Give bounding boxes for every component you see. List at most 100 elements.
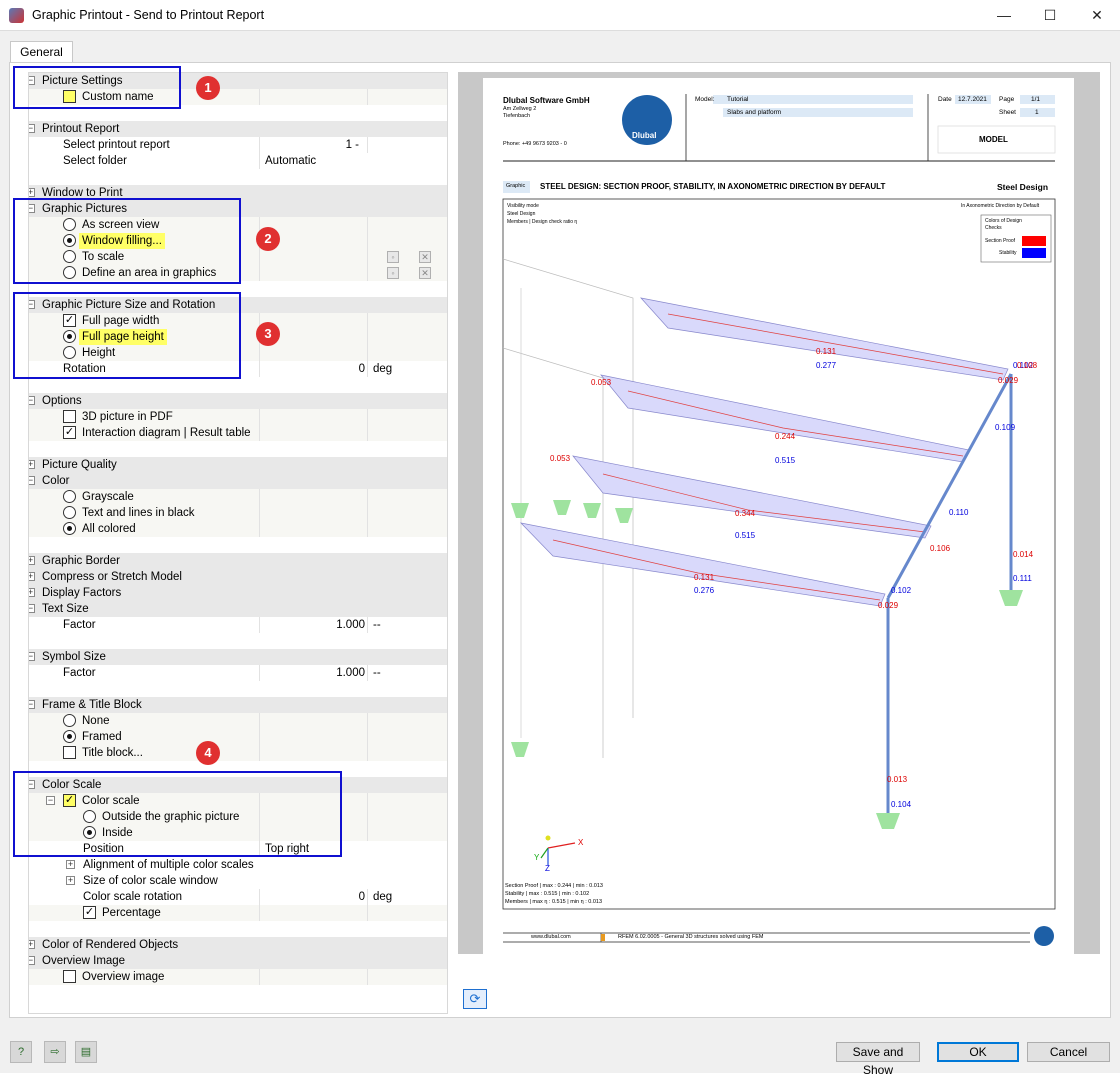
pdf-3d-checkbox[interactable] (63, 410, 76, 423)
title-block-checkbox[interactable] (63, 746, 76, 759)
section-text-size[interactable]: − Text Size (29, 601, 447, 617)
row-title-block[interactable]: Title block... (29, 745, 447, 761)
section-picture-quality[interactable]: + Picture Quality (29, 457, 447, 473)
pick-icon[interactable]: ◦ (387, 251, 399, 263)
row-interaction-diagram[interactable]: ✓ Interaction diagram | Result table (29, 425, 447, 441)
report-page-label: Page (999, 96, 1015, 103)
legend-section-proof: Section Proof (985, 238, 1016, 244)
section-options[interactable]: − Options (29, 393, 447, 409)
pick-icon[interactable]: ◦ (387, 267, 399, 279)
report-model-label: Model: (695, 96, 715, 103)
collapse-icon[interactable]: − (29, 652, 35, 661)
row-select-folder[interactable]: Select folder Automatic (29, 153, 447, 169)
row-framed[interactable]: Framed (29, 729, 447, 745)
value-label: 0.014 (1013, 550, 1034, 559)
help-icon[interactable]: ? (10, 1041, 32, 1063)
overview-image-checkbox[interactable] (63, 970, 76, 983)
report-page-value: 1/1 (1031, 96, 1041, 103)
report-sheet-label: Sheet (999, 109, 1016, 116)
text-factor-value[interactable]: 1.000 (259, 617, 365, 633)
rotation-value[interactable]: 0 (259, 361, 365, 377)
row-percentage[interactable]: ✓ Percentage (29, 905, 447, 921)
section-overview-image[interactable]: − Overview Image (29, 953, 447, 969)
section-symbol-size[interactable]: − Symbol Size (29, 649, 447, 665)
report-graphic-tag: Graphic (506, 183, 526, 189)
row-3d-pdf[interactable]: 3D picture in PDF (29, 409, 447, 425)
none-radio[interactable] (63, 714, 76, 727)
value-label: 0.108 (1017, 361, 1038, 370)
report-footer2: Stability | max : 0.515 | min : 0.102 (505, 891, 590, 897)
row-select-printout-report[interactable]: Select printout report 1 - (29, 137, 447, 153)
row-text-factor[interactable]: Factor 1.000 -- (29, 617, 447, 633)
framed-radio[interactable] (63, 730, 76, 743)
expand-icon[interactable]: + (29, 188, 35, 197)
report-address2: Tiefenbach (503, 113, 531, 119)
expand-icon[interactable]: + (66, 876, 75, 885)
row-overview-image[interactable]: Overview image (29, 969, 447, 985)
value-label: 0.344 (735, 509, 756, 518)
percentage-checkbox[interactable]: ✓ (83, 906, 96, 919)
export-icon[interactable]: ⇨ (44, 1041, 66, 1063)
minimize-button[interactable]: — (981, 0, 1027, 31)
collapse-icon[interactable]: − (29, 604, 35, 613)
collapse-icon[interactable]: − (29, 396, 35, 405)
expand-icon[interactable]: + (29, 572, 35, 581)
report-vis2: Steel Design (507, 211, 536, 217)
section-compress-stretch[interactable]: + Compress or Stretch Model (29, 569, 447, 585)
report-date-label: Date (938, 96, 952, 103)
row-none[interactable]: None (29, 713, 447, 729)
tab-general[interactable]: General (10, 41, 73, 63)
legend-title2: Checks (985, 225, 1002, 231)
all-colored-radio[interactable] (63, 522, 76, 535)
row-grayscale[interactable]: Grayscale (29, 489, 447, 505)
expand-icon[interactable]: + (66, 860, 75, 869)
badge-4: 4 (196, 741, 220, 765)
clear-icon[interactable]: ✕ (419, 251, 431, 263)
save-and-show-button[interactable]: Save and Show (836, 1042, 920, 1077)
save-settings-icon[interactable]: ▤ (75, 1041, 97, 1063)
row-all-colored[interactable]: All colored (29, 521, 447, 537)
value-label: 0.013 (887, 775, 908, 784)
axis-y-label: Y (534, 853, 540, 862)
collapse-icon[interactable]: − (29, 700, 35, 709)
value-label: 0.104 (891, 800, 912, 809)
value-label: 0.515 (735, 531, 756, 540)
cancel-button[interactable]: Cancel (1027, 1042, 1110, 1062)
printout-report-value[interactable]: 1 - (259, 137, 359, 153)
symbol-factor-value[interactable]: 1.000 (259, 665, 365, 681)
row-color-scale-rotation[interactable]: Color scale rotation 0 deg (29, 889, 447, 905)
value-label: 0.029 (998, 376, 1019, 385)
expand-icon[interactable]: + (29, 556, 35, 565)
section-frame-title-block[interactable]: − Frame & Title Block (29, 697, 447, 713)
interaction-diagram-checkbox[interactable]: ✓ (63, 426, 76, 439)
expand-icon[interactable]: + (29, 460, 35, 469)
value-label: 0.109 (995, 423, 1016, 432)
maximize-button[interactable]: ☐ (1027, 0, 1073, 31)
section-display-factors[interactable]: + Display Factors (29, 585, 447, 601)
color-scale-rotation-value[interactable]: 0 (259, 889, 365, 905)
ok-button[interactable]: OK (937, 1042, 1019, 1062)
refresh-preview-button[interactable]: ⟳ (463, 989, 487, 1009)
legend-stability: Stability (999, 250, 1017, 256)
row-size-color-scale-window[interactable]: + Size of color scale window (29, 873, 447, 889)
section-color[interactable]: − Color (29, 473, 447, 489)
value-label: 0.053 (591, 378, 612, 387)
expand-icon[interactable]: + (29, 940, 35, 949)
collapse-icon[interactable]: − (29, 476, 35, 485)
section-color-rendered-objects[interactable]: + Color of Rendered Objects (29, 937, 447, 953)
expand-icon[interactable]: + (29, 588, 35, 597)
grayscale-radio[interactable] (63, 490, 76, 503)
report-phone: Phone: +49 9673 9203 - 0 (503, 141, 567, 147)
collapse-icon[interactable]: − (29, 124, 35, 133)
clear-icon[interactable]: ✕ (419, 267, 431, 279)
text-lines-black-radio[interactable] (63, 506, 76, 519)
section-printout-report[interactable]: − Printout Report (29, 121, 447, 137)
close-button[interactable]: ✕ (1074, 0, 1120, 31)
folder-value[interactable]: Automatic (265, 153, 316, 169)
row-symbol-factor[interactable]: Factor 1.000 -- (29, 665, 447, 681)
collapse-icon[interactable]: − (29, 956, 35, 965)
row-alignment-multiple[interactable]: + Alignment of multiple color scales (29, 857, 447, 873)
row-text-lines-black[interactable]: Text and lines in black (29, 505, 447, 521)
section-graphic-border[interactable]: + Graphic Border (29, 553, 447, 569)
report-date-value: 12.7.2021 (958, 96, 987, 103)
